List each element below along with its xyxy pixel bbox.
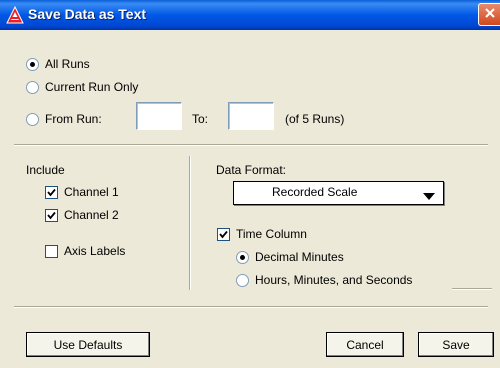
separator-bottom	[14, 306, 488, 308]
check-mark-icon	[47, 211, 56, 219]
hms-radio[interactable]	[236, 273, 249, 287]
data-format-value: Recorded Scale	[272, 185, 358, 199]
hms-row[interactable]: Hours, Minutes, and Seconds	[236, 273, 412, 287]
all-runs-radio[interactable]	[26, 57, 39, 71]
title-bar[interactable]: Save Data as Text	[0, 0, 500, 30]
channel1-label: Channel 1	[64, 185, 119, 199]
time-column-label: Time Column	[236, 227, 307, 241]
all-runs-label: All Runs	[45, 57, 90, 71]
all-runs-radio-row[interactable]: All Runs	[26, 57, 90, 71]
from-run-label: From Run:	[45, 112, 102, 126]
window-title: Save Data as Text	[28, 6, 147, 22]
cancel-button[interactable]: Cancel	[326, 332, 404, 357]
current-run-radio-row[interactable]: Current Run Only	[26, 80, 138, 94]
of-runs-label: (of 5 Runs)	[285, 112, 345, 126]
axis-labels-checkbox[interactable]	[45, 244, 58, 258]
time-column-row[interactable]: Time Column	[217, 227, 307, 241]
from-run-input[interactable]	[136, 102, 182, 130]
from-run-radio-row[interactable]: From Run:	[26, 112, 102, 126]
separator-top	[14, 144, 488, 146]
axis-labels-row[interactable]: Axis Labels	[45, 244, 125, 258]
data-format-heading: Data Format:	[216, 163, 287, 177]
from-run-radio[interactable]	[26, 112, 39, 126]
chevron-down-icon	[423, 190, 435, 204]
channel2-label: Channel 2	[64, 208, 119, 222]
data-format-dropdown[interactable]: Recorded Scale	[233, 181, 444, 205]
check-mark-icon	[219, 230, 228, 238]
save-button[interactable]: Save	[418, 332, 494, 357]
time-column-checkbox[interactable]	[217, 227, 230, 241]
to-run-input[interactable]	[228, 102, 274, 130]
hms-label: Hours, Minutes, and Seconds	[255, 273, 413, 287]
channel1-row[interactable]: Channel 1	[45, 185, 119, 199]
channel2-checkbox[interactable]	[45, 208, 58, 222]
current-run-only-label: Current Run Only	[45, 80, 139, 94]
decimal-minutes-row[interactable]: Decimal Minutes	[236, 250, 344, 264]
decimal-minutes-radio[interactable]	[236, 250, 249, 264]
current-run-only-radio[interactable]	[26, 80, 39, 94]
close-x-icon	[484, 7, 496, 22]
use-defaults-button[interactable]: Use Defaults	[26, 332, 150, 357]
to-label: To:	[192, 112, 209, 126]
separator-vertical	[189, 156, 191, 290]
axis-labels-label: Axis Labels	[64, 244, 126, 258]
check-mark-icon	[47, 188, 56, 196]
app-a-icon	[6, 5, 24, 24]
separator-fragment	[452, 288, 492, 290]
channel1-checkbox[interactable]	[45, 185, 58, 199]
include-heading: Include	[26, 163, 65, 177]
channel2-row[interactable]: Channel 2	[45, 208, 119, 222]
close-button[interactable]	[478, 3, 500, 26]
decimal-minutes-label: Decimal Minutes	[255, 250, 344, 264]
